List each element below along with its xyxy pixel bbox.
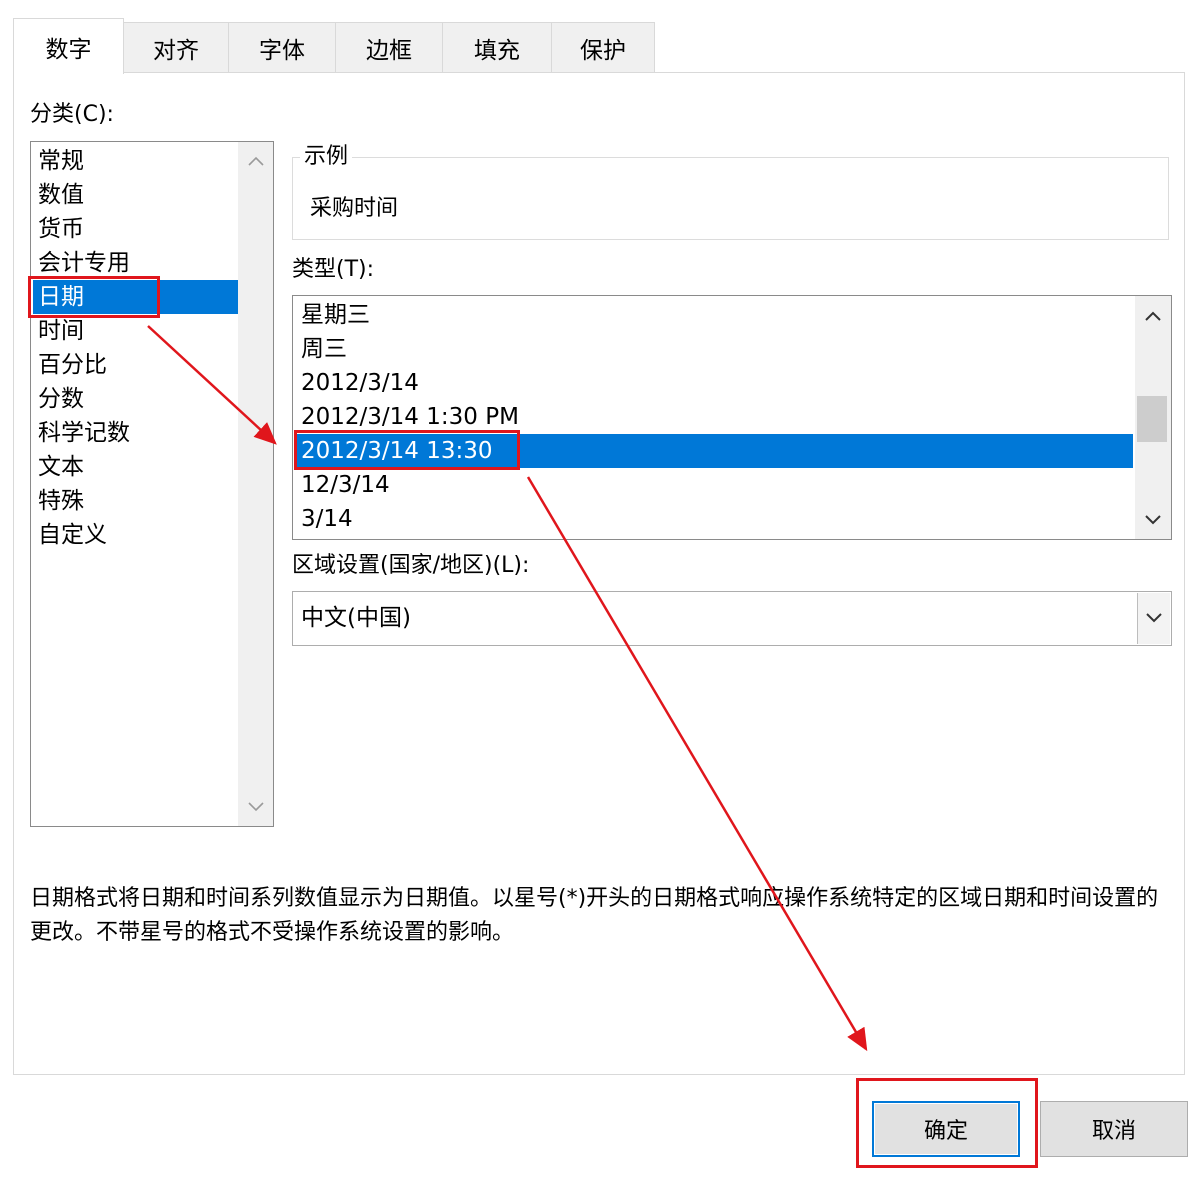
- category-list[interactable]: 常规 数值 货币 会计专用 日期 时间 百分比 分数 科学记数 文本 特殊 自定…: [30, 141, 274, 827]
- category-item[interactable]: 文本: [38, 450, 84, 484]
- chevron-down-icon[interactable]: [1145, 515, 1161, 525]
- type-item[interactable]: 星期三: [301, 298, 370, 332]
- locale-dropdown[interactable]: 中文(中国): [292, 591, 1172, 646]
- category-item[interactable]: 会计专用: [38, 246, 130, 280]
- category-label: 分类(C):: [30, 102, 114, 127]
- type-item[interactable]: 3/14: [301, 502, 353, 536]
- locale-value: 中文(中国): [301, 605, 411, 631]
- chevron-up-icon[interactable]: [248, 156, 264, 166]
- type-scrollbar[interactable]: [1135, 296, 1171, 539]
- sample-label: 示例: [300, 142, 353, 172]
- type-list[interactable]: 星期三 周三 2012/3/14 2012/3/14 1:30 PM 2012/…: [292, 295, 1172, 540]
- type-item[interactable]: 周三: [301, 332, 347, 366]
- category-item[interactable]: 科学记数: [38, 416, 130, 450]
- type-item[interactable]: 2012/3/14: [301, 366, 419, 400]
- type-label: 类型(T):: [292, 257, 375, 282]
- category-item[interactable]: 时间: [38, 314, 84, 348]
- chevron-down-icon[interactable]: [248, 802, 264, 812]
- category-scrollbar[interactable]: [238, 142, 273, 826]
- chevron-up-icon[interactable]: [1145, 311, 1161, 321]
- ok-button[interactable]: 确定: [872, 1101, 1020, 1157]
- category-item[interactable]: 百分比: [38, 348, 107, 382]
- locale-label: 区域设置(国家/地区)(L):: [292, 553, 530, 578]
- cancel-button[interactable]: 取消: [1040, 1101, 1188, 1157]
- format-description: 日期格式将日期和时间系列数值显示为日期值。以星号(*)开头的日期格式响应操作系统…: [30, 886, 1159, 945]
- category-item[interactable]: 特殊: [38, 484, 84, 518]
- scroll-thumb[interactable]: [1137, 396, 1167, 442]
- category-item[interactable]: 常规: [38, 144, 84, 178]
- type-item-selected[interactable]: 2012/3/14 13:30: [295, 434, 1133, 468]
- category-item-selected[interactable]: 日期: [33, 280, 238, 314]
- category-item[interactable]: 分数: [38, 382, 84, 416]
- category-item[interactable]: 货币: [38, 212, 84, 246]
- category-item[interactable]: 自定义: [38, 518, 107, 552]
- sample-group: [292, 157, 1169, 240]
- category-item[interactable]: 数值: [38, 178, 84, 212]
- type-item[interactable]: 12/3/14: [301, 468, 390, 502]
- type-item[interactable]: 2012/3/14 1:30 PM: [301, 400, 519, 434]
- chevron-down-icon: [1146, 613, 1162, 623]
- dropdown-button[interactable]: [1137, 593, 1170, 644]
- sample-value: 采购时间: [310, 196, 399, 221]
